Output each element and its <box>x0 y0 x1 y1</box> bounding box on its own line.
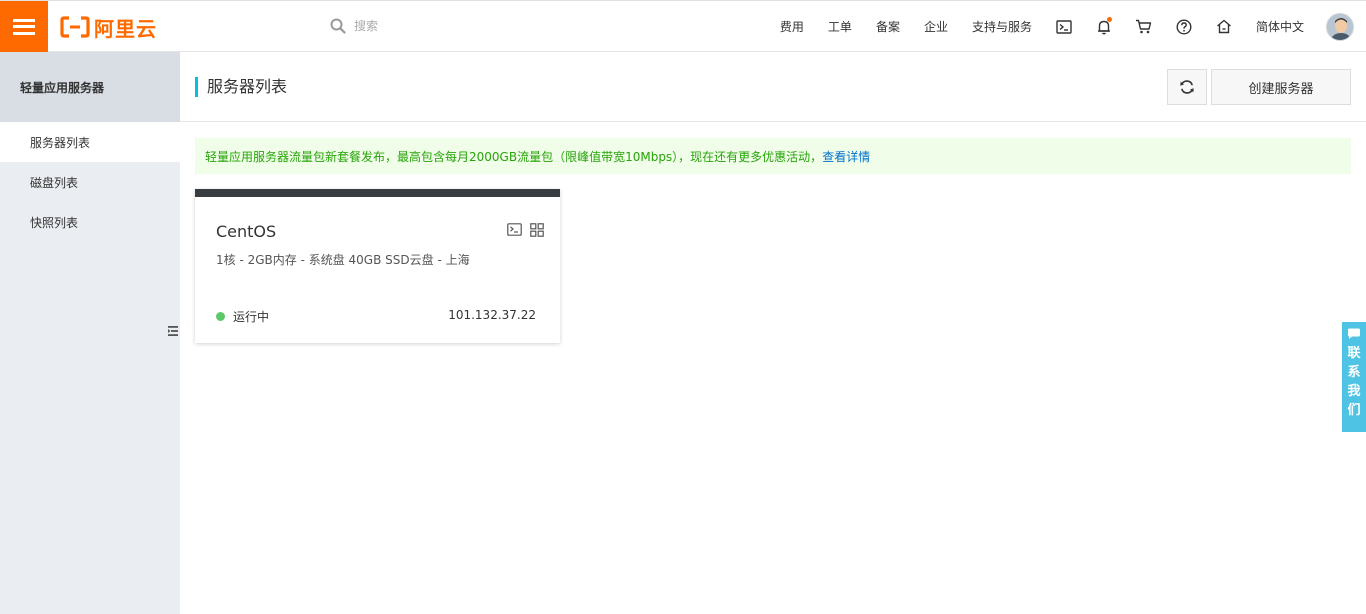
create-server-button[interactable]: 创建服务器 <box>1211 69 1351 105</box>
notice-details-link[interactable]: 查看详情 <box>822 148 870 165</box>
server-card[interactable]: CentOS 1核 - 2GB内存 - 系统盘 40GB SSD云盘 - 上海 <box>195 189 560 343</box>
refresh-button[interactable] <box>1167 69 1207 105</box>
contact-us-button[interactable]: 联 系 我 们 <box>1342 322 1366 432</box>
promo-notice: 轻量应用服务器流量包新套餐发布，最高包含每月2000GB流量包（限峰值带宽10M… <box>195 138 1351 174</box>
contact-us-label: 联 系 我 们 <box>1347 346 1361 418</box>
terminal-icon[interactable] <box>1044 1 1084 52</box>
server-spec: 1核 - 2GB内存 - 系统盘 40GB SSD云盘 - 上海 <box>216 253 470 267</box>
create-server-label: 创建服务器 <box>1248 81 1314 97</box>
remote-connect-icon[interactable] <box>507 223 522 240</box>
notification-dot <box>1106 17 1112 22</box>
sidebar-item-snapshot-list[interactable]: 快照列表 <box>0 202 180 242</box>
hamburger-icon <box>13 18 35 35</box>
sidebar-title: 轻量应用服务器 <box>0 52 180 122</box>
page-header: 服务器列表 创建服务器 <box>180 52 1366 122</box>
page-title: 服务器列表 <box>207 77 288 96</box>
notice-text: 轻量应用服务器流量包新套餐发布，最高包含每月2000GB流量包（限峰值带宽10M… <box>205 149 823 164</box>
sidebar-item-label: 服务器列表 <box>30 135 91 150</box>
sidebar-item-label: 快照列表 <box>30 215 79 230</box>
sidebar-item-server-list[interactable]: 服务器列表 <box>0 122 180 162</box>
logo-text: 阿里云 <box>94 16 157 41</box>
help-icon[interactable] <box>1164 1 1204 52</box>
nav-billing[interactable]: 费用 <box>768 18 816 35</box>
cart-icon[interactable] <box>1124 1 1164 52</box>
search-icon[interactable] <box>330 18 346 34</box>
search-box <box>330 18 554 34</box>
grid-menu-icon[interactable] <box>530 223 544 240</box>
server-os: CentOS <box>216 222 277 241</box>
top-nav: 费用 工单 备案 企业 支持与服务 简体中文 <box>768 1 1366 52</box>
menu-button[interactable] <box>0 1 48 52</box>
sidebar-item-label: 磁盘列表 <box>30 175 79 190</box>
chat-bubble-icon <box>1348 328 1360 339</box>
refresh-icon <box>1180 80 1194 94</box>
card-top-bar <box>195 189 560 197</box>
home-icon[interactable] <box>1204 1 1244 52</box>
card-actions <box>507 223 544 240</box>
nav-icp-filing[interactable]: 备案 <box>864 18 912 35</box>
title-accent-bar <box>195 77 198 97</box>
server-ip: 101.132.37.22 <box>448 308 536 322</box>
main-content: 服务器列表 创建服务器 轻量应用服务器流量包新套餐发布，最高包含每月2000GB… <box>180 52 1366 614</box>
collapse-icon <box>168 326 178 336</box>
sidebar-collapse-handle[interactable] <box>166 306 180 356</box>
logo[interactable]: 阿里云 <box>60 14 157 41</box>
server-status: 运行中 <box>216 308 269 325</box>
status-text: 运行中 <box>233 310 270 324</box>
aliyun-logo-icon <box>60 16 90 38</box>
bell-icon[interactable] <box>1084 1 1124 52</box>
sidebar-item-disk-list[interactable]: 磁盘列表 <box>0 162 180 202</box>
avatar[interactable] <box>1326 12 1354 41</box>
top-bar: 阿里云 费用 工单 备案 企业 支持与服务 <box>0 0 1366 52</box>
nav-support[interactable]: 支持与服务 <box>960 18 1044 35</box>
search-input[interactable] <box>354 19 554 33</box>
language-switcher[interactable]: 简体中文 <box>1244 18 1316 35</box>
nav-enterprise[interactable]: 企业 <box>912 18 960 35</box>
status-running-icon <box>216 312 225 321</box>
nav-tickets[interactable]: 工单 <box>816 18 864 35</box>
sidebar: 轻量应用服务器 服务器列表 磁盘列表 快照列表 <box>0 52 180 614</box>
